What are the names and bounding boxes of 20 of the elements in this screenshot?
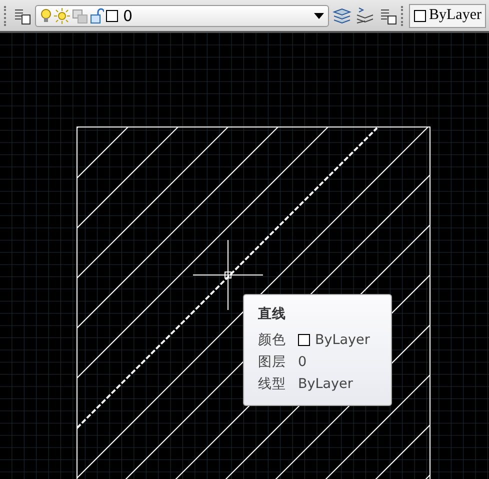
layer-name: 0 — [123, 6, 134, 24]
selected-line[interactable] — [76, 127, 378, 429]
color-swatch — [298, 334, 310, 346]
color-dropdown[interactable]: ByLayer — [409, 4, 486, 28]
property-value: ByLayer — [298, 375, 353, 394]
property-label: 图层 — [258, 353, 286, 372]
layer-dropdown[interactable]: 0 — [35, 4, 329, 26]
property-value: ByLayer — [315, 331, 370, 350]
color-swatch — [106, 10, 118, 22]
viewport-icon[interactable] — [72, 8, 88, 24]
property-value: 0 — [298, 353, 307, 372]
lightbulb-icon[interactable] — [40, 8, 52, 24]
layers-arrow-icon[interactable] — [355, 6, 375, 26]
caret-icon[interactable] — [314, 12, 324, 18]
property-label: 线型 — [258, 375, 286, 394]
layers-stack-icon[interactable] — [332, 6, 352, 26]
sun-icon[interactable] — [54, 8, 70, 24]
unlocked-padlock-icon[interactable] — [90, 8, 104, 24]
property-label: 颜色 — [258, 331, 286, 350]
tooltip-title: 直线 — [258, 305, 287, 323]
